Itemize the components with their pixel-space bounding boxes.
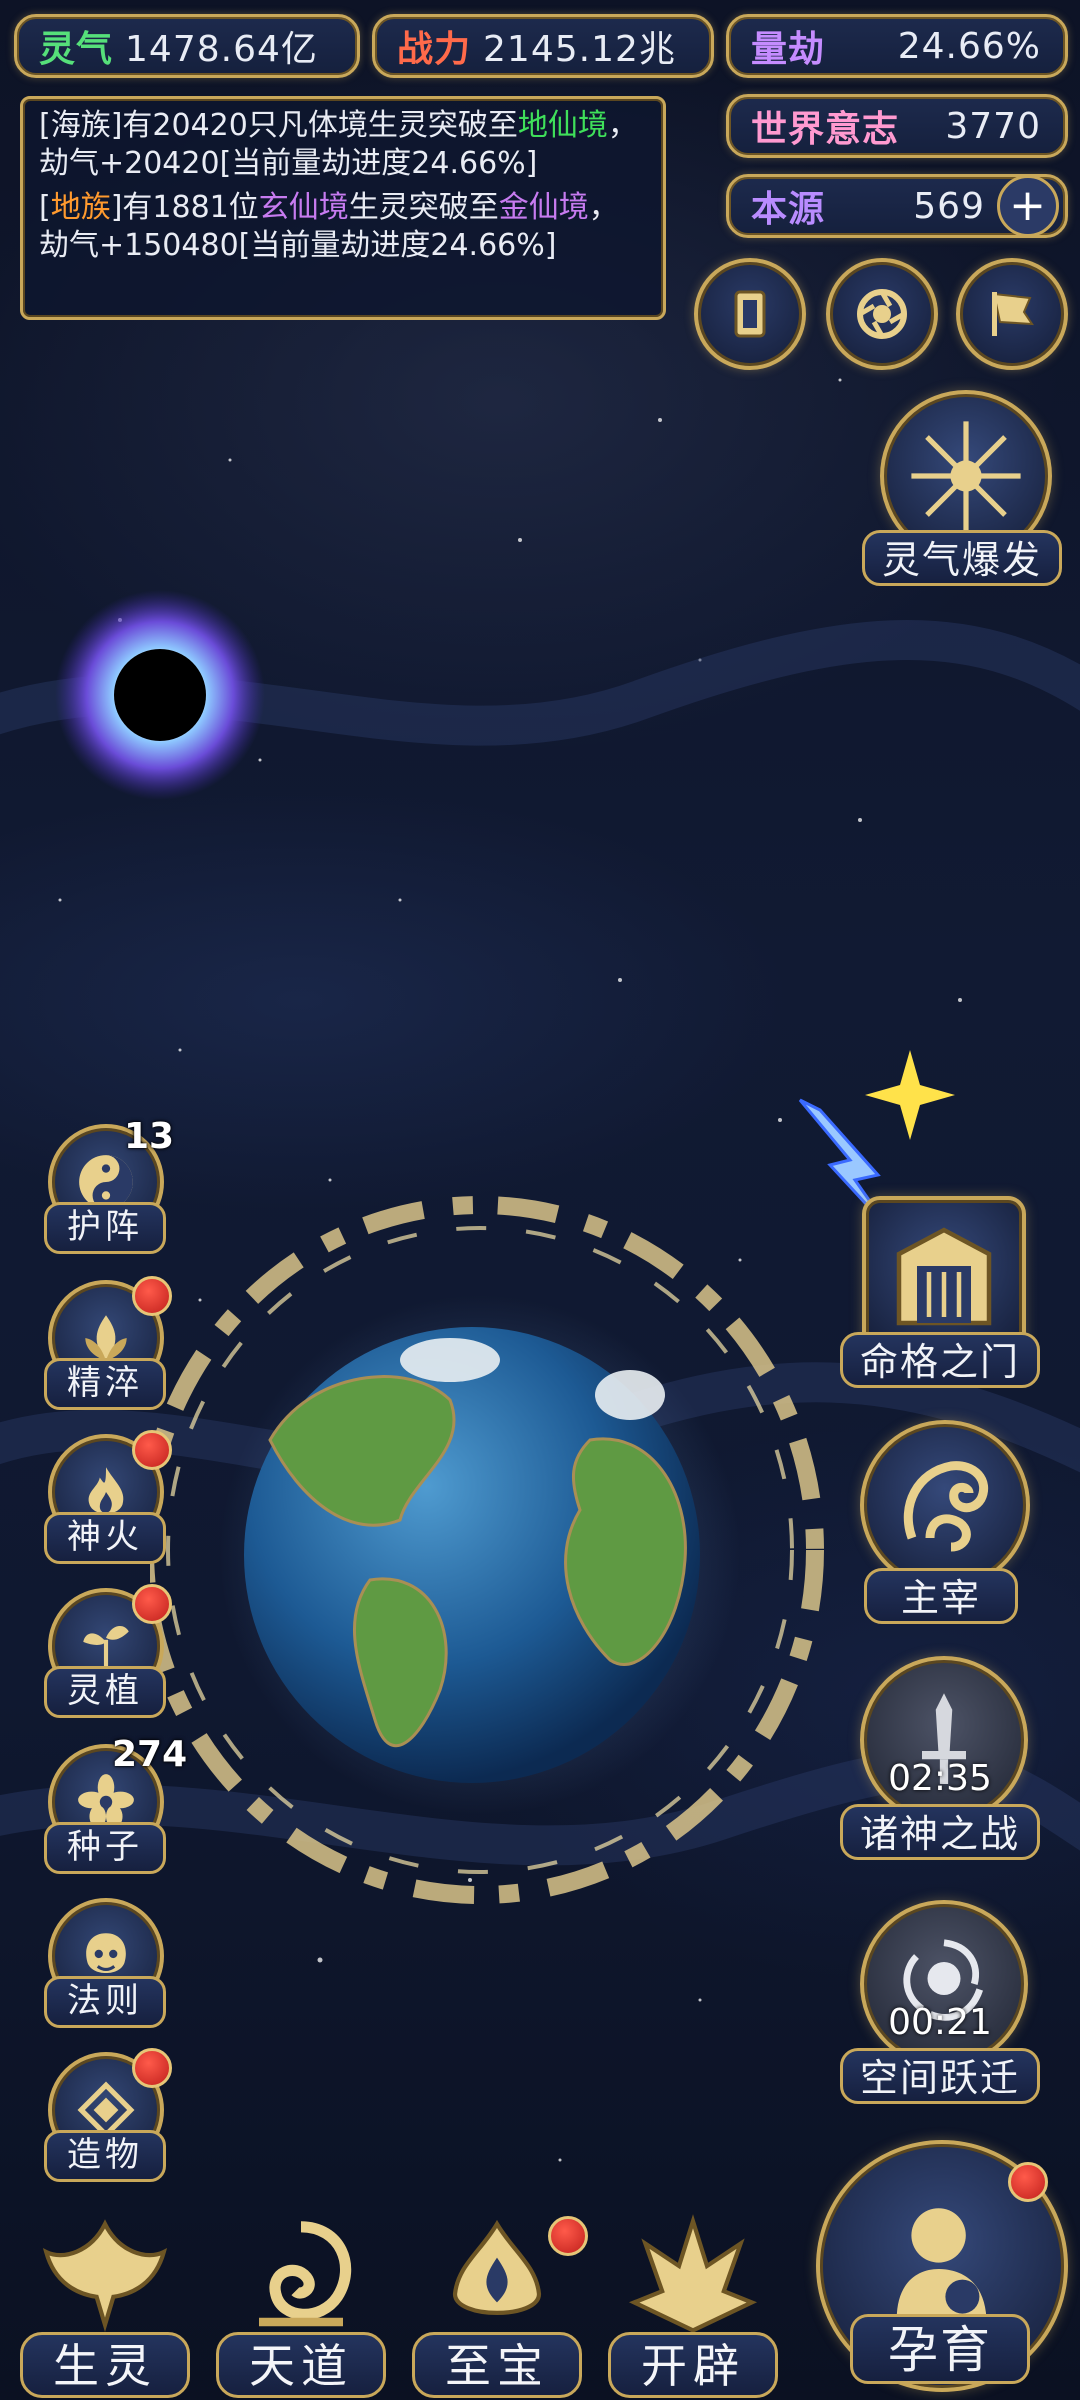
shijie-value: 3770 bbox=[945, 105, 1041, 147]
flag-button[interactable] bbox=[956, 258, 1068, 370]
log-line-2: [地族]有1881位玄仙境生灵突破至金仙境，劫气+150480[当前量劫进度24… bbox=[39, 190, 619, 263]
log-line-1: [海族]有20420只凡体境生灵突破至地仙境，劫气+20420[当前量劫进度24… bbox=[39, 108, 638, 181]
liangjie-label: 量劫 bbox=[751, 29, 826, 70]
kaipi-label: 开辟 bbox=[608, 2332, 778, 2398]
dragon-icon bbox=[860, 1420, 1030, 1590]
bottom-shengling[interactable]: 生灵 bbox=[20, 2210, 190, 2400]
card-icon bbox=[734, 290, 766, 338]
bottom-tiandao[interactable]: 天道 bbox=[216, 2210, 386, 2400]
yunyu-label: 孕育 bbox=[850, 2314, 1030, 2384]
mingge-label: 命格之门 bbox=[840, 1332, 1040, 1388]
benyuan-value: 569 bbox=[913, 185, 985, 227]
shijie-stat[interactable]: 世界意志 3770 bbox=[726, 94, 1068, 158]
jingcui-notification-dot bbox=[132, 1276, 172, 1316]
bottom-kaipi[interactable]: 开辟 bbox=[608, 2210, 778, 2400]
flame-crest-icon bbox=[618, 2210, 768, 2350]
kongjian-button[interactable]: 00:21 空间跃迁 bbox=[840, 1900, 1040, 2110]
menu-jingcui[interactable]: 精淬 bbox=[40, 1276, 172, 1410]
menu-lingzhi-label: 灵植 bbox=[44, 1666, 166, 1718]
zhuzai-label: 主宰 bbox=[864, 1568, 1018, 1624]
menu-zhongzi-label: 种子 bbox=[44, 1822, 166, 1874]
zhanli-stat[interactable]: 战力 2145.12兆 bbox=[372, 14, 714, 78]
zhuzai-button[interactable]: 主宰 bbox=[846, 1420, 1036, 1630]
shengling-label: 生灵 bbox=[20, 2332, 190, 2398]
benyuan-stat[interactable]: 本源 569 + bbox=[726, 174, 1068, 238]
menu-lingzhi[interactable]: 灵植 bbox=[40, 1584, 172, 1718]
zhushen-timer: 02:35 bbox=[888, 1758, 992, 1799]
menu-zaowu-label: 造物 bbox=[44, 2130, 166, 2182]
add-icon[interactable]: + bbox=[997, 175, 1059, 237]
burst-button[interactable]: 灵气爆发 bbox=[862, 390, 1062, 600]
swirl-icon bbox=[226, 2210, 376, 2350]
bottom-yunyu[interactable]: 孕育 bbox=[812, 2140, 1070, 2398]
flag-icon bbox=[992, 292, 1034, 336]
zhongzi-count: 274 bbox=[112, 1734, 188, 1775]
zhanli-label: 战力 bbox=[397, 29, 472, 70]
menu-huzhen[interactable]: 护阵 13 bbox=[40, 1116, 174, 1254]
zaowu-notification-dot bbox=[132, 2048, 172, 2088]
kongjian-timer: 00:21 bbox=[888, 2002, 992, 2043]
card-button[interactable] bbox=[694, 258, 806, 370]
planet-earth[interactable] bbox=[150, 1160, 850, 1960]
liangjie-stat[interactable]: 量劫 24.66% bbox=[726, 14, 1068, 78]
burst-label: 灵气爆发 bbox=[862, 530, 1062, 586]
menu-faze-label: 法则 bbox=[44, 1976, 166, 2028]
zhanli-value: 2145.12兆 bbox=[483, 29, 676, 70]
shenhuo-notification-dot bbox=[132, 1430, 172, 1470]
vortex-icon bbox=[857, 289, 907, 339]
lingqi-value: 1478.64亿 bbox=[125, 29, 318, 70]
mingge-button[interactable]: 命格之门 bbox=[840, 1196, 1040, 1396]
lingzhi-notification-dot bbox=[132, 1584, 172, 1624]
benyuan-label: 本源 bbox=[751, 189, 826, 230]
lingqi-label: 灵气 bbox=[39, 29, 114, 70]
menu-zhongzi[interactable]: 种子 274 bbox=[40, 1734, 187, 1874]
bottom-zhibao[interactable]: 至宝 bbox=[412, 2210, 588, 2400]
shijie-label: 世界意志 bbox=[751, 109, 900, 150]
yunyu-notification-dot bbox=[1008, 2162, 1048, 2202]
huzhen-count: 13 bbox=[124, 1116, 175, 1157]
zhibao-label: 至宝 bbox=[412, 2332, 582, 2398]
menu-zaowu[interactable]: 造物 bbox=[40, 2048, 172, 2182]
kongjian-label: 空间跃迁 bbox=[840, 2048, 1040, 2104]
menu-jingcui-label: 精淬 bbox=[44, 1358, 166, 1410]
zhushen-button[interactable]: 02:35 诸神之战 bbox=[840, 1656, 1040, 1866]
phoenix-icon bbox=[30, 2210, 180, 2350]
menu-huzhen-label: 护阵 bbox=[44, 1202, 166, 1254]
zhibao-notification-dot bbox=[548, 2216, 588, 2256]
liangjie-value: 24.66% bbox=[897, 25, 1041, 67]
menu-shenhuo[interactable]: 神火 bbox=[40, 1430, 172, 1564]
starburst-icon bbox=[911, 421, 1021, 531]
vortex-button[interactable] bbox=[826, 258, 938, 370]
zhushen-label: 诸神之战 bbox=[840, 1804, 1040, 1860]
lingqi-stat[interactable]: 灵气 1478.64亿 bbox=[14, 14, 360, 78]
tiandao-label: 天道 bbox=[216, 2332, 386, 2398]
portal-icon[interactable] bbox=[50, 585, 270, 805]
menu-faze[interactable]: 法则 bbox=[40, 1898, 166, 2028]
menu-shenhuo-label: 神火 bbox=[44, 1512, 166, 1564]
event-log: [海族]有20420只凡体境生灵突破至地仙境，劫气+20420[当前量劫进度24… bbox=[20, 96, 666, 320]
